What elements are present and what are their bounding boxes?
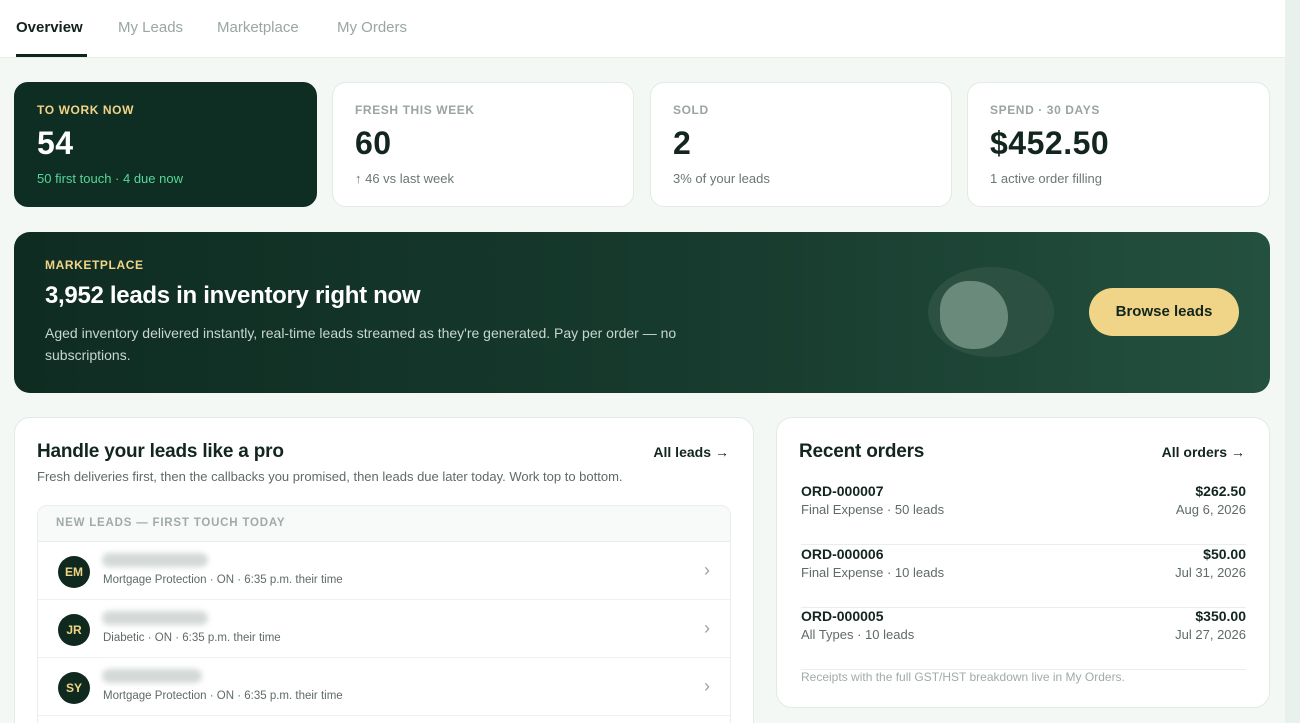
stat-card-spend-30-days: SPEND · 30 DAYS $452.50 1 active order f… [967,82,1270,207]
lead-meta: Mortgage Protection · ON · 6:35 p.m. the… [103,574,343,586]
order-amount: $262.50 [1195,483,1246,499]
chevron-right-icon: › [704,560,710,580]
top-tab-bar: Overview My Leads Marketplace My Orders [0,0,1285,58]
banner-title: 3,952 leads in inventory right now [45,282,421,309]
order-id: ORD-000006 [801,546,884,562]
recent-orders-card: Recent orders All orders → ORD-000007 Fin… [776,417,1270,708]
orders-card-title: Recent orders [799,441,925,462]
order-date: Aug 6, 2026 [1175,502,1246,517]
leads-card: Handle your leads like a pro All leads → … [14,417,754,723]
stat-value: $452.50 [990,125,1110,161]
banner-description: Aged inventory delivered instantly, real… [45,325,677,363]
lead-row[interactable]: SY Mortgage Protection · ON · 6:35 p.m. … [38,658,730,716]
order-date: Jul 31, 2026 [1175,565,1246,580]
new-leads-list: NEW LEADS — FIRST TOUCH TODAY EM Mortgag… [37,505,731,723]
stat-value: 60 [355,125,392,161]
marketplace-banner: MARKETPLACE 3,952 leads in inventory rig… [14,232,1270,393]
chevron-right-icon: › [704,618,710,638]
stat-card-to-work-now[interactable]: TO WORK NOW 54 50 first touch · 4 due no… [14,82,317,207]
all-orders-label: All orders [1161,444,1227,460]
lead-meta: Mortgage Protection · ON · 6:35 p.m. the… [103,690,343,702]
order-meta: All Types · 10 leads [801,627,915,642]
lead-name-redacted [102,611,208,625]
order-row[interactable]: ORD-000005 All Types · 10 leads $350.00 … [801,608,1246,670]
order-id: ORD-000005 [801,608,884,624]
stat-label: TO WORK NOW [37,103,135,117]
order-amount: $50.00 [1203,546,1246,562]
avatar: JR [58,614,90,646]
all-leads-link[interactable]: All leads → [653,444,729,460]
stat-card-fresh-this-week: FRESH THIS WEEK 60 ↑ 46 vs last week [332,82,634,207]
avatar: SY [58,672,90,704]
orders-footer-note: Receipts with the full GST/HST breakdown… [801,670,1125,684]
active-tab-indicator [16,54,87,57]
stat-subtext: 50 first touch · 4 due now [37,171,183,186]
lead-name-redacted [102,553,208,567]
arrow-right-icon: → [1231,444,1245,460]
page-edge [1285,0,1300,723]
leads-section-header: NEW LEADS — FIRST TOUCH TODAY [38,506,730,542]
stat-label: SOLD [673,103,709,117]
lead-name-redacted [102,669,202,683]
arrow-right-icon: → [715,444,729,460]
all-orders-link[interactable]: All orders → [1162,444,1245,460]
stat-label: SPEND · 30 DAYS [990,103,1100,117]
stat-value: 2 [673,125,692,161]
tab-my-leads[interactable]: My Leads [118,19,183,36]
stat-value: 54 [37,125,74,161]
order-meta: Final Expense · 10 leads [801,565,945,580]
order-date: Jul 27, 2026 [1175,627,1246,642]
stat-subtext: 1 active order filling [990,171,1102,186]
stat-subtext: 3% of your leads [673,171,770,186]
tab-my-orders[interactable]: My Orders [337,19,407,36]
banner-label: MARKETPLACE [45,258,144,272]
stat-card-sold: SOLD 2 3% of your leads [650,82,952,207]
stat-subtext: ↑ 46 vs last week [355,171,454,186]
avatar: EM [58,556,90,588]
all-leads-label: All leads [653,444,711,460]
order-id: ORD-000007 [801,483,884,499]
order-amount: $350.00 [1195,608,1246,624]
lead-meta: Diabetic · ON · 6:35 p.m. their time [103,632,281,644]
chevron-right-icon: › [704,676,710,696]
browse-leads-button[interactable]: Browse leads [1089,288,1239,336]
lead-row[interactable]: JR Diabetic · ON · 6:35 p.m. their time … [38,600,730,658]
order-row[interactable]: ORD-000007 Final Expense · 50 leads $262… [801,483,1246,545]
leads-card-description: Fresh deliveries first, then the callbac… [37,469,623,484]
lead-row[interactable]: EM Mortgage Protection · ON · 6:35 p.m. … [38,542,730,600]
tab-overview[interactable]: Overview [16,19,83,36]
leads-card-title: Handle your leads like a pro [37,441,284,462]
stat-label: FRESH THIS WEEK [355,103,475,117]
tab-marketplace[interactable]: Marketplace [217,19,299,36]
order-row[interactable]: ORD-000006 Final Expense · 10 leads $50.… [801,546,1246,608]
order-meta: Final Expense · 50 leads [801,502,945,517]
decorative-blob-inner-icon [940,281,1008,349]
